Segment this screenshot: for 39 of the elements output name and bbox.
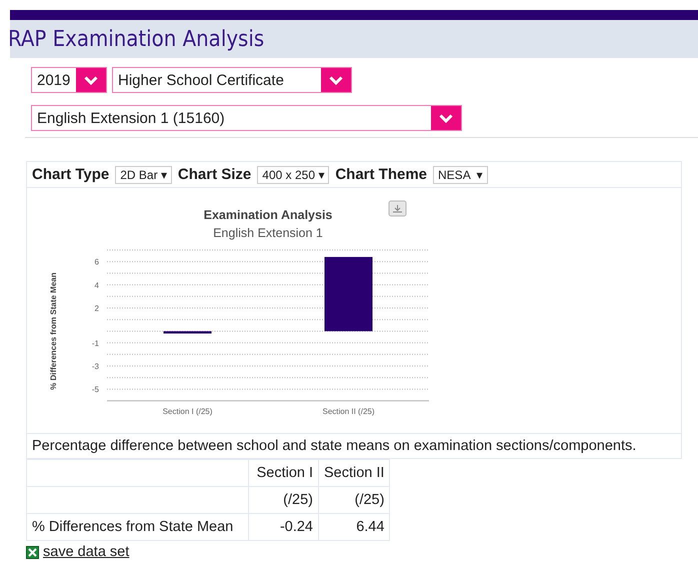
save-data-link[interactable]: save data set <box>43 544 130 560</box>
column-header: Section II <box>318 460 390 486</box>
chart-title: Examination Analysis <box>204 208 332 222</box>
y-tick-label: 2 <box>94 304 99 313</box>
bar <box>164 331 212 334</box>
chart-subtitle: English Extension 1 <box>213 226 323 240</box>
y-axis-label: % Differences from State Mean <box>49 272 58 390</box>
dropdown-select[interactable]: English Extension 1 (15160) <box>31 105 462 131</box>
spreadsheet-icon <box>26 546 39 558</box>
chart-caption: Percentage difference between school and state means on examination sections/components. <box>27 433 681 458</box>
y-tick-label: -3 <box>92 362 99 371</box>
x-tick-label: Section II (/25) <box>322 406 375 416</box>
option-label: Chart Type <box>32 166 110 183</box>
option-label: Chart Size <box>178 166 252 183</box>
dropdown-button[interactable] <box>431 106 461 130</box>
column-header: Section I <box>248 460 318 486</box>
y-tick-label: 6 <box>94 258 99 267</box>
page-title: RAP Examination Analysis <box>10 26 264 52</box>
y-tick-label: -1 <box>92 338 99 348</box>
option-select[interactable]: NESA ▾ <box>433 166 488 184</box>
column-subheader: (/25) <box>318 486 390 514</box>
chevron-down-icon <box>329 76 343 84</box>
dropdown-button[interactable] <box>321 68 351 92</box>
x-tick-label: Section I (/25) <box>162 406 212 416</box>
export-icon[interactable] <box>388 200 406 216</box>
dropdown-button[interactable] <box>76 68 106 92</box>
chevron-down-icon <box>84 76 98 84</box>
y-tick-label: 4 <box>94 280 99 290</box>
column-subheader: (/25) <box>248 486 318 514</box>
option-label: Chart Theme <box>335 166 428 183</box>
y-tick-label: -5 <box>92 385 99 394</box>
row-label: % Differences from State Mean <box>26 514 248 540</box>
dropdown-select[interactable]: 2019 <box>31 67 107 93</box>
option-select[interactable]: 400 x 250 ▾ <box>257 166 330 184</box>
table-cell: 6.44 <box>318 514 390 540</box>
dropdown-select[interactable]: Higher School Certificate <box>112 67 352 93</box>
chevron-down-icon <box>439 114 453 122</box>
option-select[interactable]: 2D Bar ▾ <box>115 166 172 184</box>
table-cell: -0.24 <box>248 514 318 540</box>
